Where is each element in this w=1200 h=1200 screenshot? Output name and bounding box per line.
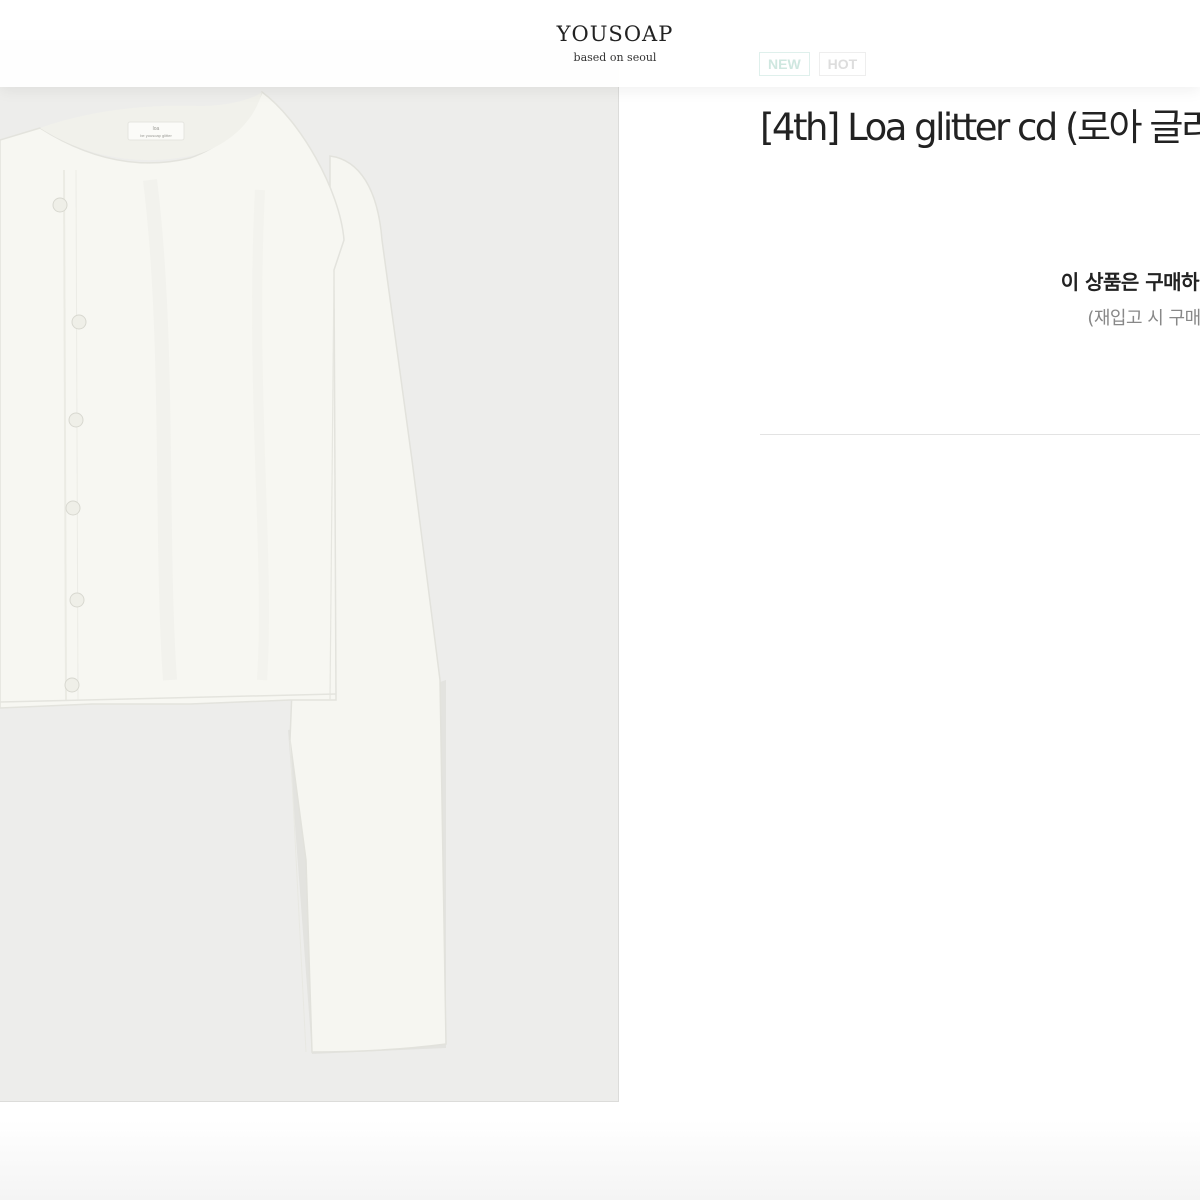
badge-new: NEW [759, 52, 810, 76]
footer-edge [0, 1120, 1200, 1200]
logo-tagline: based on seoul [573, 51, 657, 64]
neck-tag-text-1: loa [153, 126, 160, 132]
logo-text: YOUSOAP [556, 22, 674, 46]
divider [760, 434, 1200, 435]
product-image[interactable]: loa be yousoap glitter [0, 40, 619, 1102]
neck-tag-text-2: be yousoap glitter [140, 133, 172, 138]
site-header: YOUSOAP based on seoul [0, 0, 1200, 87]
product-title: [4th] Loa glitter cd (로아 글리 [760, 106, 1200, 149]
cardigan-illustration: loa be yousoap glitter [0, 90, 447, 1054]
soldout-notice-main: 이 상품은 구매하실 수 없습니다 [1060, 270, 1200, 294]
page: loa be yousoap glitter YOUSOAP based on … [0, 0, 1200, 1200]
product-badges: NEW HOT [759, 52, 867, 76]
badge-hot: HOT [818, 52, 867, 76]
site-logo[interactable]: YOUSOAP based on seoul [0, 20, 1200, 66]
soldout-notice: 이 상품은 구매하실 수 없습니다 (재입고 시 구매 가능합니다) [760, 262, 1200, 336]
soldout-notice-sub: (재입고 시 구매 가능합니다) [1087, 308, 1200, 329]
